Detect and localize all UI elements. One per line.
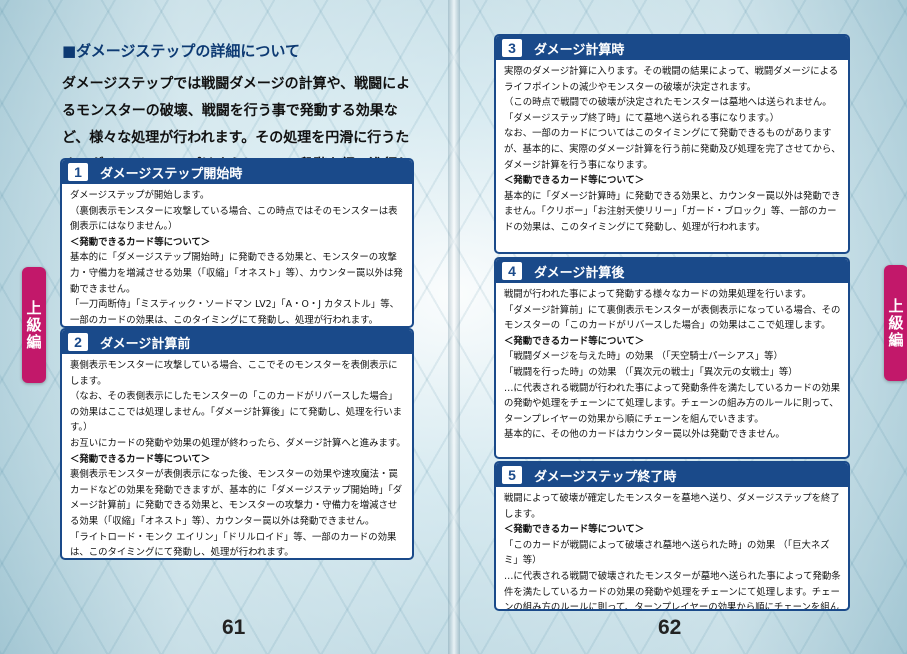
section-header: 5 ダメージステップ終了時 — [496, 463, 848, 487]
section-body: ダメージステップが開始します。 （裏側表示モンスターに攻撃している場合、この時点… — [62, 184, 412, 326]
paragraph: …に代表される戦闘が行われた事によって発動条件を満たしているカードの効果の発動や… — [504, 382, 841, 425]
sub-heading: ＜発動できるカード等について＞ — [504, 524, 645, 536]
sub-heading: ＜発動できるカード等について＞ — [70, 453, 211, 465]
paragraph: 基本的に「ダメージ計算時」に発動できる効果と、カウンター罠以外は発動できません。… — [504, 190, 841, 233]
paragraph: 裏側表示モンスターに攻撃している場合、ここでそのモンスターを表側表示にします。 — [70, 360, 398, 387]
paragraph: 基本的に「ダメージステップ開始時」に発動できる効果と、モンスターの攻撃力・守備力… — [70, 252, 403, 295]
section-body: 裏側表示モンスターに攻撃している場合、ここでそのモンスターを表側表示にします。 … — [62, 354, 412, 559]
paragraph: お互いにカードの発動や効果の処理が終わったら、ダメージ計算へと進みます。 — [70, 437, 406, 449]
section-number: 5 — [502, 466, 522, 484]
page-number-left: 61 — [222, 616, 246, 639]
section-title: ダメージ計算後 — [534, 265, 625, 281]
section-title: ダメージステップ終了時 — [534, 469, 677, 485]
paragraph: 「ダメージ計算前」にて裏側表示モンスターが表側表示になっている場合、そのモンスタ… — [504, 304, 841, 332]
sub-heading: ＜発動できるカード等について＞ — [504, 335, 645, 347]
side-tab-advanced: 上級編 — [884, 265, 907, 381]
section-number: 1 — [68, 163, 88, 181]
section-title: ダメージステップ開始時 — [100, 166, 243, 182]
section-header: 3 ダメージ計算時 — [496, 36, 848, 60]
paragraph: 基本的に、その他のカードはカウンター罠以外は発動できません。 — [504, 429, 785, 441]
section-damage-step-start: 1 ダメージステップ開始時 ダメージステップが開始します。 （裏側表示モンスター… — [60, 158, 414, 328]
left-page: 上級編 ■ダメージステップの詳細について ダメージステップでは戦闘ダメージの計算… — [0, 0, 454, 654]
paragraph: …に代表される戦闘で破壊されたモンスターが墓地へ送られた事によって発動条件を満た… — [504, 570, 841, 611]
book-spread: 上級編 ■ダメージステップの詳細について ダメージステップでは戦闘ダメージの計算… — [0, 0, 907, 654]
section-title: ダメージ計算前 — [100, 336, 191, 352]
side-tab-advanced: 上級編 — [22, 267, 46, 383]
section-damage-calc: 3 ダメージ計算時 実際のダメージ計算に入ります。その戦闘の結果によって、戦闘ダ… — [494, 34, 850, 254]
paragraph: 実際のダメージ計算に入ります。その戦闘の結果によって、戦闘ダメージによるライフポ… — [504, 66, 839, 93]
paragraph: 「一刀両断侍」「ミスティック・ソードマン LV2」「A・O・J カタストル」等、… — [70, 299, 399, 326]
paragraph: 「このカードが戦闘によって破壊され墓地へ送られた時」の効果 （「巨大ネズミ」等） — [504, 539, 830, 567]
paragraph: 戦闘が行われた事によって発動する様々なカードの効果処理を行います。 — [504, 289, 812, 300]
sub-heading: ＜発動できるカード等について＞ — [70, 236, 211, 248]
section-after-damage-calc: 4 ダメージ計算後 戦闘が行われた事によって発動する様々なカードの効果処理を行い… — [494, 257, 850, 459]
paragraph: （裏側表示モンスターに攻撃している場合、この時点ではそのモンスターは表側表示には… — [70, 205, 398, 233]
section-number: 2 — [68, 333, 88, 351]
paragraph: なお、一部のカードについてはこのタイミングにて発動できるものがありますが、基本的… — [504, 128, 841, 171]
paragraph: 「戦闘ダメージを与えた時」の効果 （「天空騎士パーシアス」等） — [504, 351, 783, 363]
section-title: ダメージ計算時 — [534, 42, 625, 58]
paragraph: （この時点で戦闘での破壊が決定されたモンスターは墓地へは送られません。「ダメージ… — [504, 97, 832, 124]
section-body: 戦闘によって破壊が確定したモンスターを墓地へ送り、ダメージステップを終了します。… — [496, 487, 848, 611]
paragraph: 「ライトロード・モンク エイリン」「ドリルロイド」等、一部のカードの効果は、この… — [70, 531, 397, 559]
section-header: 4 ダメージ計算後 — [496, 259, 848, 283]
right-page: 上級編 3 ダメージ計算時 実際のダメージ計算に入ります。その戦闘の結果によって… — [454, 0, 907, 654]
section-header: 1 ダメージステップ開始時 — [62, 160, 412, 184]
section-header: 2 ダメージ計算前 — [62, 330, 412, 354]
page-number-right: 62 — [658, 616, 682, 639]
section-number: 4 — [502, 262, 522, 280]
section-number: 3 — [502, 39, 522, 57]
section-body: 戦闘が行われた事によって発動する様々なカードの効果処理を行います。 「ダメージ計… — [496, 283, 848, 447]
paragraph: 「戦闘を行った時」の効果 （「異次元の戦士」「異次元の女戦士」等） — [504, 366, 798, 378]
paragraph: ダメージステップが開始します。 — [70, 190, 210, 201]
section-damage-step-end: 5 ダメージステップ終了時 戦闘によって破壊が確定したモンスターを墓地へ送り、ダ… — [494, 461, 850, 611]
paragraph: 戦闘によって破壊が確定したモンスターを墓地へ送り、ダメージステップを終了します。 — [504, 493, 840, 520]
section-before-damage-calc: 2 ダメージ計算前 裏側表示モンスターに攻撃している場合、ここでそのモンスターを… — [60, 328, 414, 560]
paragraph: 裏側表示モンスターが表側表示になった後、モンスターの効果や速攻魔法・罠カードなど… — [70, 469, 403, 527]
paragraph: （なお、その表側表示にしたモンスターの「このカードがリバースした場合」の効果はこ… — [70, 391, 403, 434]
section-body: 実際のダメージ計算に入ります。その戦闘の結果によって、戦闘ダメージによるライフポ… — [496, 60, 848, 240]
intro-title: ■ダメージステップの詳細について — [62, 42, 300, 60]
sub-heading: ＜発動できるカード等について＞ — [504, 175, 645, 187]
